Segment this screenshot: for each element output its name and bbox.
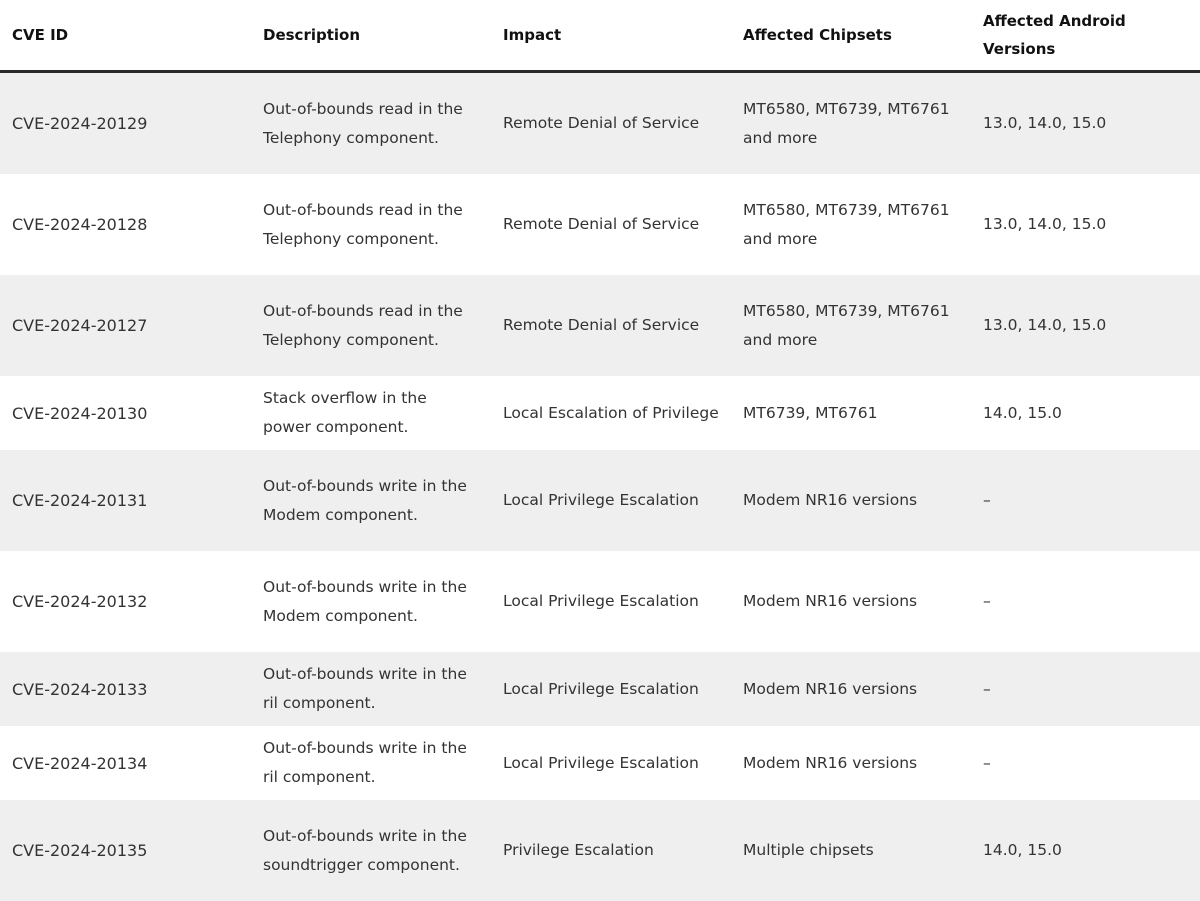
chipsets-cell: MT6739, MT6761 xyxy=(731,376,971,450)
table-row: CVE-2024-20134 Out-of-bounds write in the… xyxy=(0,726,1200,800)
versions-cell: – xyxy=(971,652,1200,726)
versions-cell: 13.0, 14.0, 15.0 xyxy=(971,275,1200,376)
impact-cell: Remote Denial of Service xyxy=(491,174,731,275)
table-row: CVE-2024-20135 Out-of-bounds write in the… xyxy=(0,800,1200,901)
header-description: Description xyxy=(251,0,491,73)
chipsets-cell: MT6580, MT6739, MT6761 and more xyxy=(731,174,971,275)
description-cell: Out-of-bounds write in the soundtrigger … xyxy=(251,800,491,901)
versions-cell: – xyxy=(971,551,1200,652)
table-row: CVE-2024-20129 Out-of-bounds read in the … xyxy=(0,71,1200,174)
description-cell: Out-of-bounds read in the Telephony comp… xyxy=(251,174,491,275)
versions-cell: – xyxy=(971,726,1200,800)
cve-id-cell: CVE-2024-20128 xyxy=(0,174,251,275)
table-row: CVE-2024-20133 Out-of-bounds write in the… xyxy=(0,652,1200,726)
description-cell: Out-of-bounds read in the Telephony comp… xyxy=(251,71,491,174)
cve-id-cell: CVE-2024-20135 xyxy=(0,800,251,901)
header-impact: Impact xyxy=(491,0,731,73)
header-cve-id: CVE ID xyxy=(0,0,251,73)
description-cell: Stack overflow in the power component. xyxy=(251,376,491,450)
cve-id-cell: CVE-2024-20134 xyxy=(0,726,251,800)
table-row: CVE-2024-20131 Out-of-bounds write in the… xyxy=(0,450,1200,551)
versions-cell: 13.0, 14.0, 15.0 xyxy=(971,71,1200,174)
impact-cell: Privilege Escalation xyxy=(491,800,731,901)
header-android-versions: Affected Android Versions xyxy=(971,0,1200,73)
chipsets-cell: Modem NR16 versions xyxy=(731,652,971,726)
table-row: CVE-2024-20128 Out-of-bounds read in the … xyxy=(0,174,1200,275)
table-row: CVE-2024-20127 Out-of-bounds read in the … xyxy=(0,275,1200,376)
impact-cell: Remote Denial of Service xyxy=(491,275,731,376)
cve-table: CVE ID Description Impact Affected Chips… xyxy=(0,0,1200,901)
impact-cell: Local Privilege Escalation xyxy=(491,726,731,800)
chipsets-cell: MT6580, MT6739, MT6761 and more xyxy=(731,275,971,376)
chipsets-cell: MT6580, MT6739, MT6761 and more xyxy=(731,71,971,174)
table-header-row: CVE ID Description Impact Affected Chips… xyxy=(0,0,1200,73)
impact-cell: Local Privilege Escalation xyxy=(491,551,731,652)
cve-id-cell: CVE-2024-20133 xyxy=(0,652,251,726)
impact-cell: Local Escalation of Privilege xyxy=(491,376,731,450)
description-cell: Out-of-bounds write in the ril component… xyxy=(251,652,491,726)
description-cell: Out-of-bounds read in the Telephony comp… xyxy=(251,275,491,376)
cve-id-cell: CVE-2024-20129 xyxy=(0,71,251,174)
versions-cell: 13.0, 14.0, 15.0 xyxy=(971,174,1200,275)
table-row: CVE-2024-20132 Out-of-bounds write in the… xyxy=(0,551,1200,652)
table-row: CVE-2024-20130 Stack overflow in the powe… xyxy=(0,376,1200,450)
chipsets-cell: Multiple chipsets xyxy=(731,800,971,901)
versions-cell: 14.0, 15.0 xyxy=(971,376,1200,450)
chipsets-cell: Modem NR16 versions xyxy=(731,551,971,652)
cve-id-cell: CVE-2024-20130 xyxy=(0,376,251,450)
chipsets-cell: Modem NR16 versions xyxy=(731,726,971,800)
description-cell: Out-of-bounds write in the Modem compone… xyxy=(251,551,491,652)
versions-cell: – xyxy=(971,450,1200,551)
description-cell: Out-of-bounds write in the Modem compone… xyxy=(251,450,491,551)
cve-id-cell: CVE-2024-20131 xyxy=(0,450,251,551)
impact-cell: Local Privilege Escalation xyxy=(491,450,731,551)
cve-id-cell: CVE-2024-20127 xyxy=(0,275,251,376)
cve-id-cell: CVE-2024-20132 xyxy=(0,551,251,652)
impact-cell: Local Privilege Escalation xyxy=(491,652,731,726)
chipsets-cell: Modem NR16 versions xyxy=(731,450,971,551)
versions-cell: 14.0, 15.0 xyxy=(971,800,1200,901)
description-cell: Out-of-bounds write in the ril component… xyxy=(251,726,491,800)
header-chipsets: Affected Chipsets xyxy=(731,0,971,73)
impact-cell: Remote Denial of Service xyxy=(491,71,731,174)
